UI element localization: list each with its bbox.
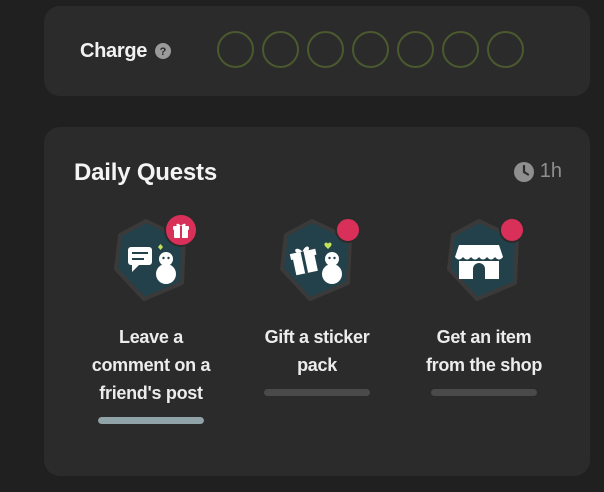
quest-label: Gift a sticker pack	[264, 327, 370, 375]
timer-value: 1h	[539, 160, 562, 182]
svg-text:?: ?	[160, 46, 167, 58]
quest-item[interactable]: Get an item from the shop	[399, 217, 569, 396]
quest-icon-tile	[272, 217, 362, 307]
quest-item[interactable]: Leave a comment on a friend's post	[66, 213, 236, 424]
charge-slot	[442, 31, 479, 68]
notification-dot	[499, 217, 525, 243]
quest-icon-tile	[106, 213, 198, 307]
charge-card: Charge ?	[44, 6, 590, 96]
charge-slot	[487, 31, 524, 68]
charge-label: Charge	[80, 39, 148, 62]
quest-progress-fill	[98, 417, 204, 424]
charge-slot	[397, 31, 434, 68]
gift-icon	[164, 213, 198, 247]
quest-item[interactable]: Gift a sticker pack	[232, 217, 402, 396]
quest-label: Leave a comment on a friend's post	[91, 327, 211, 403]
charge-header: Charge ?	[80, 32, 172, 70]
quest-timer: 1h	[513, 160, 562, 183]
charge-slot	[307, 31, 344, 68]
notification-dot	[335, 217, 361, 243]
quest-progress-bar	[431, 389, 537, 396]
quest-progress-bar	[264, 389, 370, 396]
page: Charge ? Daily Quests 1h Leave a comment…	[0, 0, 604, 492]
daily-quests-card: Daily Quests 1h Leave a comment on a fri…	[44, 127, 590, 476]
quest-progress-bar	[98, 417, 204, 424]
quest-label: Get an item from the shop	[425, 327, 543, 375]
charge-slot	[352, 31, 389, 68]
charge-slot	[217, 31, 254, 68]
charge-slot	[262, 31, 299, 68]
daily-quests-title: Daily Quests	[74, 159, 217, 186]
quest-icon-tile	[439, 217, 529, 307]
charge-slots	[217, 31, 524, 68]
help-icon[interactable]: ?	[155, 43, 172, 59]
clock-icon	[513, 161, 534, 182]
